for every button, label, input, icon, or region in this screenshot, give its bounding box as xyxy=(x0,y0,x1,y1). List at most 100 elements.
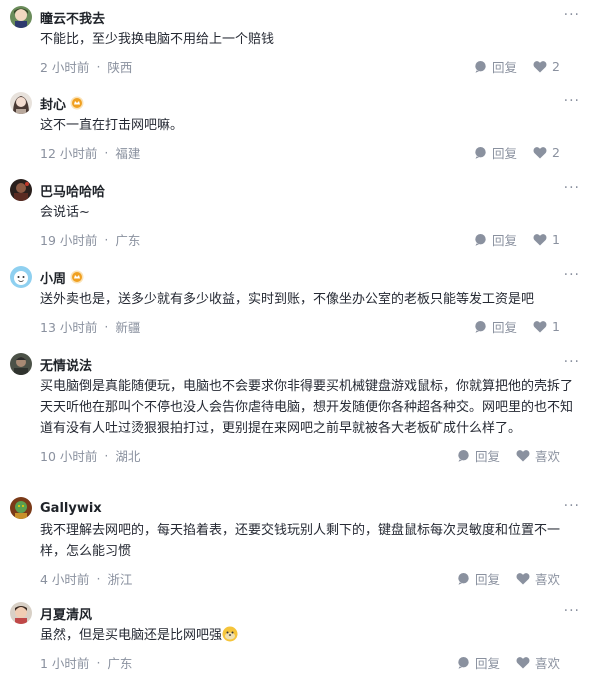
reply-label: 回复 xyxy=(492,145,518,161)
comment-item: 无情说法 ··· 买电脑倒是真能随便玩，电脑也不会要求你非得要买机械键盘游戏鼠标… xyxy=(0,353,598,465)
avatar[interactable] xyxy=(10,179,32,201)
comment-text-content: 虽然，但是买电脑还是比网吧强 xyxy=(40,628,223,643)
avatar[interactable] xyxy=(10,6,32,28)
game-character-avatar-icon xyxy=(10,497,32,519)
comment-time: 13 小时前 xyxy=(40,319,98,335)
reply-bubble-icon xyxy=(475,60,486,73)
more-dots-icon[interactable]: ··· xyxy=(564,181,580,195)
avatar[interactable] xyxy=(10,92,32,114)
comment-item: 巴马哈哈哈 ··· 会说话~ 19 小时前 · 广东 回复 1 xyxy=(0,179,598,249)
reply-label: 回复 xyxy=(474,655,500,671)
doge-emoji-icon xyxy=(222,626,238,642)
comment-text: 这不一直在打击网吧嘛。 xyxy=(40,118,184,133)
level-badge-icon xyxy=(70,96,84,110)
girl-avatar-icon xyxy=(10,92,32,114)
heart-icon xyxy=(533,320,547,332)
comment-item: 小周 ··· 送外卖也是，送多少就有多少收益，实时到账，不像坐办公室的老板只能等… xyxy=(0,266,598,336)
reply-label: 回复 xyxy=(474,571,500,587)
comment-time: 1 小时前 xyxy=(40,655,90,671)
comment-text: 买电脑倒是真能随便玩，电脑也不会要求你非得要买机械键盘游戏鼠标，你就算把他的壳拆… xyxy=(40,379,574,436)
comment-text: 不能比，至少我换电脑不用给上一个赔钱 xyxy=(40,32,275,47)
comment-item: Gallywix ··· 我不理解去网吧的，每天掐着表，还要交钱玩别人剩下的，键… xyxy=(0,497,598,588)
reply-button[interactable]: 回复 xyxy=(457,569,500,588)
comment-time: 19 小时前 xyxy=(40,232,98,248)
comment-item: 月夏清风 ··· 虽然，但是买电脑还是比网吧强 1 小时前 · 广东 回复 喜欢 xyxy=(0,602,598,672)
reply-bubble-icon xyxy=(475,146,486,159)
reply-bubble-icon xyxy=(458,449,469,462)
username[interactable]: 无情说法 xyxy=(40,355,92,374)
dark-photo-avatar-icon xyxy=(10,179,32,201)
heart-icon xyxy=(516,656,530,668)
username[interactable]: 月夏清风 xyxy=(40,604,92,623)
comment-time: 10 小时前 xyxy=(40,448,98,464)
username[interactable]: 小周 xyxy=(40,268,66,287)
meta-separator: · xyxy=(104,447,109,463)
reply-button[interactable]: 回复 xyxy=(474,317,517,336)
avatar[interactable] xyxy=(10,497,32,519)
like-button[interactable]: 喜欢 xyxy=(516,569,560,588)
meta-separator: · xyxy=(104,231,109,247)
reply-button[interactable]: 回复 xyxy=(457,446,500,465)
comment-time: 12 小时前 xyxy=(40,145,98,161)
comment-time: 4 小时前 xyxy=(40,571,90,587)
heart-icon xyxy=(533,60,547,72)
reply-label: 回复 xyxy=(492,232,518,248)
meta-separator: · xyxy=(96,58,101,74)
like-count: 1 xyxy=(552,318,560,334)
heart-icon xyxy=(533,146,547,158)
reply-label: 回复 xyxy=(474,448,500,464)
comment-text: 送外卖也是，送多少就有多少收益，实时到账，不像坐办公室的老板只能等发工资是吧 xyxy=(40,292,535,307)
like-count: 2 xyxy=(552,58,560,74)
like-count: 2 xyxy=(552,144,560,160)
more-dots-icon[interactable]: ··· xyxy=(564,94,580,108)
more-dots-icon[interactable]: ··· xyxy=(564,8,580,22)
heart-icon xyxy=(533,233,547,245)
like-button[interactable]: 1 xyxy=(533,319,560,334)
reply-button[interactable]: 回复 xyxy=(474,230,517,249)
reply-bubble-icon xyxy=(475,233,486,246)
reply-button[interactable]: 回复 xyxy=(474,143,517,162)
comment-time: 2 小时前 xyxy=(40,59,90,75)
comment-location: 浙江 xyxy=(107,571,133,587)
heart-icon xyxy=(516,572,530,584)
more-dots-icon[interactable]: ··· xyxy=(564,604,580,618)
reply-bubble-icon xyxy=(458,656,469,669)
username[interactable]: 封心 xyxy=(40,94,66,113)
like-button[interactable]: 2 xyxy=(533,59,560,74)
more-dots-icon[interactable]: ··· xyxy=(564,355,580,369)
comment-text: 我不理解去网吧的，每天掐着表，还要交钱玩别人剩下的，键盘鼠标每次灵敏度和位置不一… xyxy=(40,523,561,559)
comment-location: 湖北 xyxy=(115,448,141,464)
avatar[interactable] xyxy=(10,266,32,288)
meta-separator: · xyxy=(104,144,109,160)
reply-bubble-icon xyxy=(458,572,469,585)
comment-text: 虽然，但是买电脑还是比网吧强 xyxy=(40,625,578,646)
comment-location: 陕西 xyxy=(107,59,133,75)
like-button[interactable]: 1 xyxy=(533,232,560,247)
comment-location: 广东 xyxy=(107,655,133,671)
meta-separator: · xyxy=(96,570,101,586)
avatar[interactable] xyxy=(10,602,32,624)
comment-text: 会说话~ xyxy=(40,205,90,220)
meta-separator: · xyxy=(96,654,101,670)
more-dots-icon[interactable]: ··· xyxy=(564,268,580,282)
username[interactable]: 瞳云不我去 xyxy=(40,8,105,27)
like-button[interactable]: 2 xyxy=(533,145,560,160)
like-count: 1 xyxy=(552,231,560,247)
reply-label: 回复 xyxy=(492,319,518,335)
reply-button[interactable]: 回复 xyxy=(474,57,517,76)
level-badge-icon xyxy=(70,270,84,284)
username[interactable]: Gallywix xyxy=(40,501,102,516)
username[interactable]: 巴马哈哈哈 xyxy=(40,181,105,200)
more-dots-icon[interactable]: ··· xyxy=(564,499,580,513)
reply-button[interactable]: 回复 xyxy=(457,653,500,672)
like-label: 喜欢 xyxy=(534,655,560,671)
man-photo-avatar-icon xyxy=(10,353,32,375)
like-button[interactable]: 喜欢 xyxy=(516,446,560,465)
like-button[interactable]: 喜欢 xyxy=(516,653,560,672)
reply-label: 回复 xyxy=(492,59,518,75)
comment-location: 新疆 xyxy=(115,319,141,335)
comment-location: 广东 xyxy=(115,232,141,248)
avatar[interactable] xyxy=(10,353,32,375)
reply-bubble-icon xyxy=(475,320,486,333)
cartoon-avatar-icon xyxy=(10,266,32,288)
